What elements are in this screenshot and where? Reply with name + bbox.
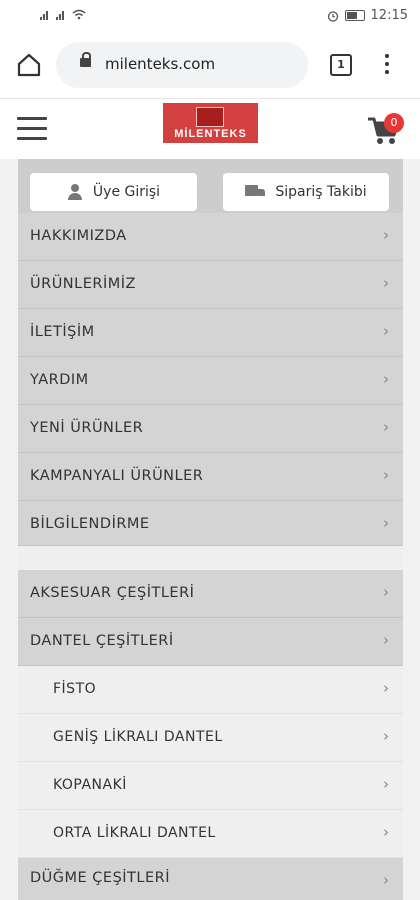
chevron-right-icon: › <box>383 418 389 436</box>
chevron-right-icon: › <box>383 466 389 484</box>
menu-item-urunlerimiz[interactable]: ÜRÜNLERİMİZ › <box>18 261 403 309</box>
site-logo[interactable]: MİLENTEKS <box>163 103 258 143</box>
subcategory-fisto[interactable]: FİSTO › <box>18 666 403 714</box>
menu-item-label: YENİ ÜRÜNLER <box>30 420 144 436</box>
status-bar: 12:15 <box>0 0 420 32</box>
menu-item-kampanyali-urunler[interactable]: KAMPANYALI ÜRÜNLER › <box>18 453 403 501</box>
cart-count-badge: 0 <box>384 113 404 133</box>
wifi-icon <box>72 9 86 20</box>
navigation-menu: Üye Girişi Sipariş Takibi HAKKIMIZDA › ÜR… <box>18 159 403 900</box>
alarm-icon <box>327 10 338 22</box>
signal-icon-2 <box>56 11 64 20</box>
menu-item-iletisim[interactable]: İLETİŞİM › <box>18 309 403 357</box>
chevron-right-icon: › <box>383 823 389 841</box>
menu-item-label: BİLGİLENDİRME <box>30 516 150 532</box>
subcategory-label: FİSTO <box>53 681 97 697</box>
subcategory-genis-likrali-dantel[interactable]: GENİŞ LİKRALI DANTEL › <box>18 714 403 762</box>
url-bar[interactable]: milenteks.com <box>56 42 308 88</box>
chevron-right-icon: › <box>383 631 389 649</box>
menu-item-yeni-urunler[interactable]: YENİ ÜRÜNLER › <box>18 405 403 453</box>
chevron-right-icon: › <box>383 775 389 793</box>
chevron-right-icon: › <box>383 370 389 388</box>
subcategory-label: KOPANAKİ <box>53 777 127 793</box>
menu-item-bilgilendirme[interactable]: BİLGİLENDİRME › <box>18 501 403 546</box>
signal-icon <box>40 11 48 20</box>
login-label: Üye Girişi <box>92 184 161 200</box>
chevron-right-icon: › <box>383 679 389 697</box>
menu-item-yardim[interactable]: YARDIM › <box>18 357 403 405</box>
order-tracking-label: Sipariş Takibi <box>275 184 367 200</box>
category-label: AKSESUAR ÇEŞİTLERİ <box>30 585 195 601</box>
chevron-right-icon: › <box>383 583 389 601</box>
chevron-right-icon: › <box>383 727 389 745</box>
tab-count-button[interactable]: 1 <box>330 54 352 76</box>
logo-mark <box>196 107 224 127</box>
user-icon <box>67 184 83 200</box>
battery-icon <box>344 10 365 21</box>
menu-item-label: YARDIM <box>30 372 89 388</box>
login-button[interactable]: Üye Girişi <box>30 173 197 211</box>
category-aksesuar-cesitleri[interactable]: AKSESUAR ÇEŞİTLERİ › <box>18 570 403 618</box>
subcategory-kopanaki[interactable]: KOPANAKİ › <box>18 762 403 810</box>
menu-top-buttons: Üye Girişi Sipariş Takibi <box>18 159 403 213</box>
menu-item-label: KAMPANYALI ÜRÜNLER <box>30 468 204 484</box>
status-time: 12:15 <box>370 8 408 23</box>
chevron-right-icon: › <box>383 871 389 889</box>
chevron-right-icon: › <box>383 226 389 244</box>
chevron-right-icon: › <box>383 514 389 532</box>
subcategory-label: GENİŞ LİKRALI DANTEL <box>53 729 223 745</box>
home-icon[interactable] <box>16 52 42 78</box>
lock-icon <box>80 52 91 67</box>
browser-toolbar: milenteks.com 1 <box>0 32 420 99</box>
hamburger-menu-icon[interactable] <box>17 117 47 141</box>
category-label: DANTEL ÇEŞİTLERİ <box>30 633 174 649</box>
truck-icon <box>245 185 266 199</box>
menu-item-hakkimizda[interactable]: HAKKIMIZDA › <box>18 213 403 261</box>
category-dantel-cesitleri[interactable]: DANTEL ÇEŞİTLERİ › <box>18 618 403 666</box>
site-header: MİLENTEKS <box>0 99 420 159</box>
menu-section-divider <box>18 546 403 570</box>
chevron-right-icon: › <box>383 322 389 340</box>
subcategory-label: ORTA LİKRALI DANTEL <box>53 825 216 841</box>
menu-item-label: HAKKIMIZDA <box>30 228 127 244</box>
category-label: DÜĞME ÇEŞİTLERİ <box>30 870 171 886</box>
chevron-right-icon: › <box>383 274 389 292</box>
subcategory-orta-likrali-dantel[interactable]: ORTA LİKRALI DANTEL › <box>18 810 403 858</box>
more-menu-icon[interactable] <box>383 54 391 76</box>
url-text: milenteks.com <box>105 55 216 73</box>
menu-item-label: ÜRÜNLERİMİZ <box>30 276 136 292</box>
menu-item-label: İLETİŞİM <box>30 324 95 340</box>
order-tracking-button[interactable]: Sipariş Takibi <box>223 173 389 211</box>
logo-text: MİLENTEKS <box>174 128 247 140</box>
category-dugme-cesitleri[interactable]: DÜĞME ÇEŞİTLERİ › <box>18 858 403 900</box>
